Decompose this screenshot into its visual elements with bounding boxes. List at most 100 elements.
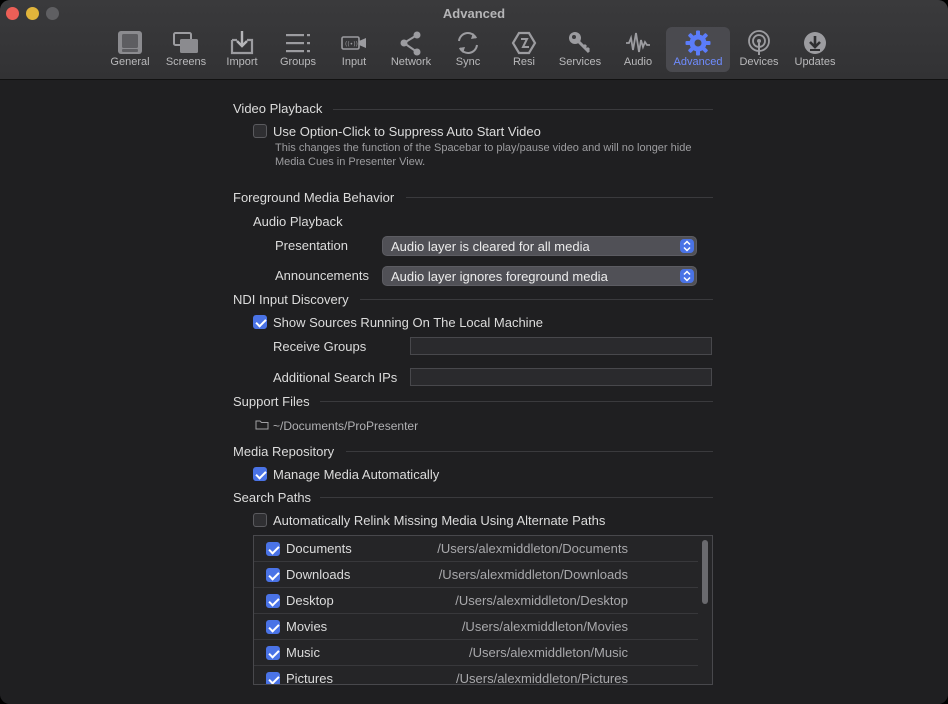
search-path-checkbox[interactable] (266, 542, 280, 556)
services-key-icon (569, 32, 591, 54)
sync-icon (458, 32, 478, 54)
section-title-support-files: Support Files (233, 394, 310, 409)
title-bar: Advanced General Screens Import Groups (… (0, 0, 948, 80)
updates-icon (804, 32, 826, 54)
tab-label: Screens (165, 56, 207, 68)
search-path-location: /Users/alexmiddleton/Documents (437, 541, 628, 556)
preferences-window: Advanced General Screens Import Groups (… (0, 0, 948, 704)
general-icon (118, 31, 142, 54)
tab-label: Groups (279, 56, 317, 68)
groups-icon (286, 34, 310, 53)
screens-icon (173, 32, 198, 53)
search-path-row[interactable]: Pictures /Users/alexmiddleton/Pictures (254, 666, 698, 685)
tab-label: Import (226, 56, 258, 68)
presentation-audio-value: Audio layer is cleared for all media (391, 239, 590, 254)
search-path-checkbox[interactable] (266, 620, 280, 634)
advanced-gear-icon (685, 30, 711, 56)
tab-label: Network (390, 56, 432, 68)
section-divider (346, 451, 713, 452)
audio-waveform-icon (626, 32, 650, 53)
section-title-media-repository: Media Repository (233, 444, 335, 459)
relink-missing-media-checkbox[interactable] (253, 513, 267, 527)
section-divider (360, 299, 713, 300)
search-path-location: /Users/alexmiddleton/Desktop (455, 593, 628, 608)
support-files-path[interactable]: ~/Documents/ProPresenter (273, 419, 418, 433)
tab-label: Advanced (673, 56, 723, 68)
search-path-row[interactable]: Movies /Users/alexmiddleton/Movies (254, 614, 698, 640)
search-path-name: Movies (286, 619, 328, 634)
receive-groups-input[interactable] (410, 337, 712, 355)
tab-groups[interactable]: Groups (274, 27, 322, 72)
search-path-row[interactable]: Downloads /Users/alexmiddleton/Downloads (254, 562, 698, 588)
import-icon (230, 31, 254, 55)
svg-text:((•)): ((•)) (345, 41, 358, 48)
search-paths-scrollbar[interactable] (702, 540, 708, 604)
announcements-audio-select[interactable]: Audio layer ignores foreground media (382, 266, 697, 286)
select-chevron-icon (680, 269, 694, 283)
section-divider (320, 401, 713, 402)
search-path-location: /Users/alexmiddleton/Pictures (456, 671, 628, 685)
search-path-row[interactable]: Desktop /Users/alexmiddleton/Desktop (254, 588, 698, 614)
search-path-location: /Users/alexmiddleton/Downloads (438, 567, 628, 582)
resi-icon (511, 31, 537, 55)
search-path-location: /Users/alexmiddleton/Movies (461, 619, 628, 634)
tab-input[interactable]: ((•)) Input (332, 27, 376, 72)
relink-missing-media-label: Automatically Relink Missing Media Using… (273, 513, 606, 528)
tab-network[interactable]: Network (386, 27, 436, 72)
search-path-name: Documents (286, 541, 352, 556)
tab-general[interactable]: General (106, 27, 154, 72)
announcements-audio-value: Audio layer ignores foreground media (391, 269, 608, 284)
search-path-checkbox[interactable] (266, 646, 280, 660)
receive-groups-label: Receive Groups (273, 339, 367, 354)
input-icon: ((•)) (341, 36, 366, 50)
section-divider (320, 497, 713, 498)
search-paths-list: Documents /Users/alexmiddleton/Documents… (253, 535, 713, 685)
advanced-settings-content: Video Playback Use Option-Click to Suppr… (0, 81, 948, 704)
search-path-row[interactable]: Music /Users/alexmiddleton/Music (254, 640, 698, 666)
tab-label: General (110, 56, 150, 68)
additional-search-ips-input[interactable] (410, 368, 712, 386)
tab-services[interactable]: Services (555, 27, 605, 72)
search-path-name: Pictures (286, 671, 333, 685)
select-chevron-icon (680, 239, 694, 253)
search-path-checkbox[interactable] (266, 568, 280, 582)
tab-label: Devices (739, 56, 779, 68)
show-local-sources-label: Show Sources Running On The Local Machin… (273, 315, 544, 330)
tab-sync[interactable]: Sync (446, 27, 490, 72)
presentation-audio-select[interactable]: Audio layer is cleared for all media (382, 236, 697, 256)
manage-media-checkbox[interactable] (253, 467, 267, 481)
search-path-row[interactable]: Documents /Users/alexmiddleton/Documents (254, 536, 698, 562)
tab-label: Sync (455, 56, 481, 68)
section-title-search-paths: Search Paths (233, 490, 312, 505)
tab-advanced[interactable]: Advanced (666, 27, 730, 72)
network-icon (400, 31, 421, 56)
search-path-checkbox[interactable] (266, 672, 280, 684)
additional-search-ips-label: Additional Search IPs (273, 370, 398, 385)
section-divider (406, 197, 713, 198)
option-click-description: This changes the function of the Spaceba… (275, 142, 692, 168)
section-title-ndi: NDI Input Discovery (233, 292, 349, 307)
tab-label: Updates (794, 56, 836, 68)
tab-label: Services (558, 56, 602, 68)
section-title-video-playback: Video Playback (233, 101, 323, 116)
show-local-sources-checkbox[interactable] (253, 315, 267, 329)
tab-screens[interactable]: Screens (162, 27, 210, 72)
tab-label: Resi (512, 56, 535, 68)
window-title: Advanced (442, 6, 506, 21)
audio-playback-subtitle: Audio Playback (253, 214, 343, 229)
search-path-checkbox[interactable] (266, 594, 280, 608)
tab-updates[interactable]: Updates (790, 27, 840, 72)
tab-audio[interactable]: Audio (616, 27, 660, 72)
announcements-label: Announcements (275, 268, 369, 283)
section-divider (333, 109, 713, 110)
tab-label: Audio (623, 56, 653, 68)
section-title-foreground-media: Foreground Media Behavior (233, 190, 395, 205)
search-path-name: Downloads (286, 567, 351, 582)
search-path-name: Music (286, 645, 320, 660)
tab-resi[interactable]: Resi (502, 27, 546, 72)
tab-label: Input (341, 56, 367, 68)
tab-devices[interactable]: Devices (735, 27, 783, 72)
option-click-checkbox[interactable] (253, 124, 267, 138)
tab-import[interactable]: Import (219, 27, 265, 72)
manage-media-label: Manage Media Automatically (273, 467, 440, 482)
